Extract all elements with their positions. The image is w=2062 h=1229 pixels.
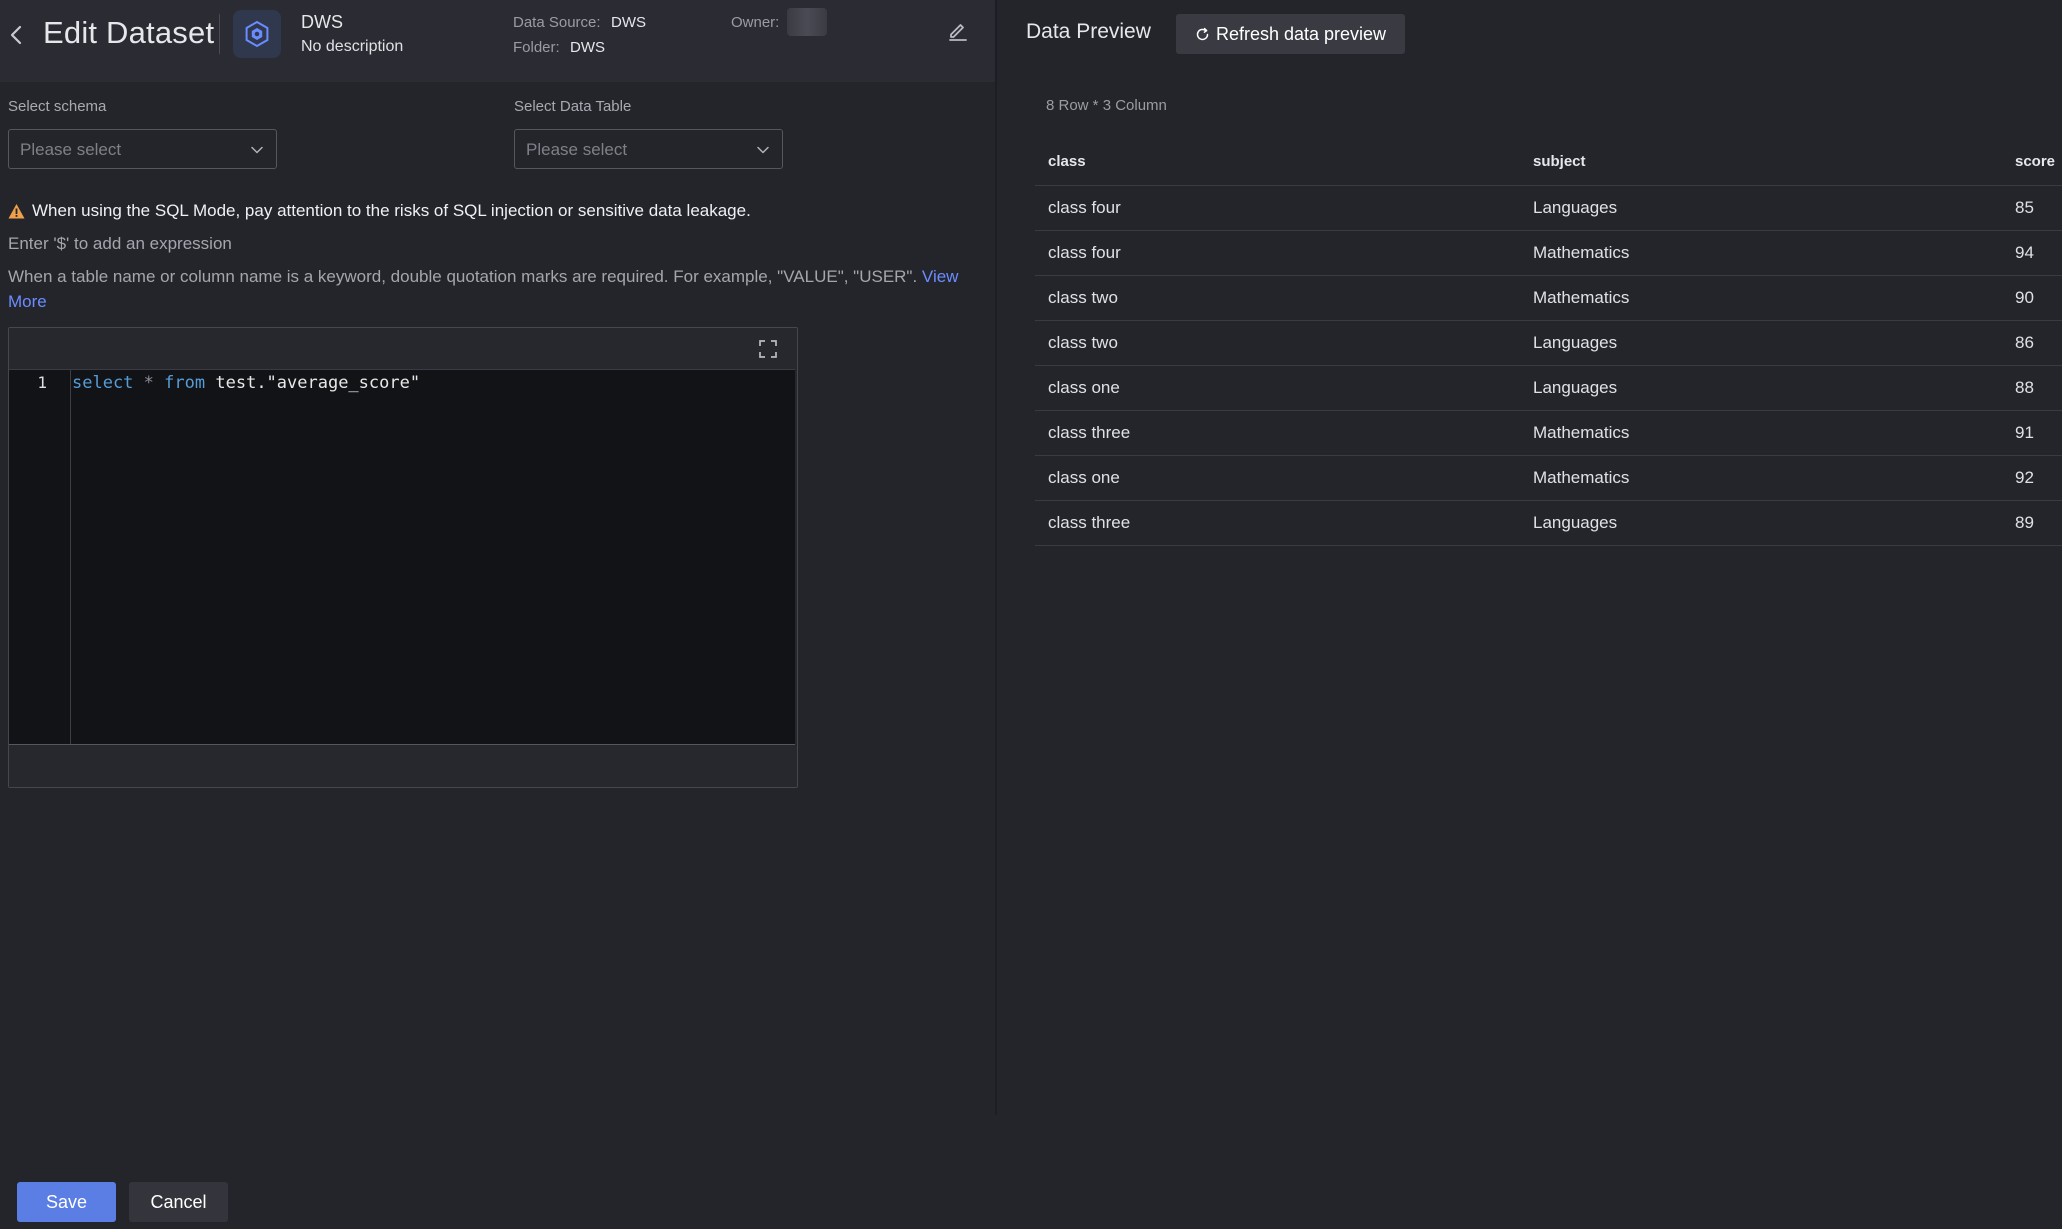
cell-score: 90 [2015,288,2034,307]
keyword-hint-text: When a table name or column name is a ke… [8,267,922,286]
cell-score: 86 [2015,333,2034,352]
save-button[interactable]: Save [17,1182,116,1222]
hexagon-dataset-icon [233,10,281,58]
refresh-preview-label: Refresh data preview [1215,23,1387,44]
table-row: class two Mathematics 90 [1035,276,2062,321]
data-table-select[interactable]: Please select [514,129,783,169]
cell-class: class two [1048,333,1118,352]
data-preview-pane: Data Preview Refresh data preview 8 Row … [997,0,2062,1229]
preview-title: Data Preview [1026,20,1151,43]
cell-score: 88 [2015,378,2034,397]
cell-score: 92 [2015,468,2034,487]
cell-subject: Languages [1533,513,1618,532]
sql-editor[interactable]: 1 select * from test."average_score" [9,369,795,745]
editor-toolbar [9,328,797,369]
warning-triangle-icon [8,204,25,219]
table-row: class four Mathematics 94 [1035,231,2062,276]
table-row: class two Languages 86 [1035,321,2062,366]
warning-text: When using the SQL Mode, pay attention t… [32,201,751,220]
cell-subject: Mathematics [1533,423,1630,442]
expand-icon [759,340,777,358]
cell-score: 94 [2015,243,2034,262]
line-number: 1 [37,373,47,392]
owner-label: Owner: [731,14,780,31]
cell-class: class four [1048,198,1121,217]
table-row: class one Mathematics 92 [1035,456,2062,501]
table-row: class four Languages 85 [1035,186,2062,231]
data-table-placeholder: Please select [526,140,628,159]
sql-table-ref: test."average_score" [215,373,421,393]
cell-class: class one [1048,378,1120,397]
folder-label: Folder: [513,39,560,56]
cell-class: class three [1048,423,1131,442]
keyword-hint: When a table name or column name is a ke… [8,264,993,314]
column-header-score[interactable]: score [2015,153,2055,170]
refresh-preview-button[interactable]: Refresh data preview [1176,14,1405,54]
cell-class: class four [1048,243,1121,262]
column-header-class[interactable]: class [1048,153,1086,170]
header-bar: Edit Dataset DWS No description Data Sou… [0,0,995,82]
cell-class: class three [1048,513,1131,532]
data-source-label: Data Source: [513,14,601,31]
cell-score: 89 [2015,513,2034,532]
dataset-editor-pane: Edit Dataset DWS No description Data Sou… [0,0,995,1229]
app-root: Edit Dataset DWS No description Data Sou… [0,0,2062,1229]
chevron-left-icon [10,25,22,45]
table-row: class three Mathematics 91 [1035,411,2062,456]
sql-operator: * [143,373,154,393]
sql-code-line: select * from test."average_score" [72,373,420,393]
refresh-icon [1196,27,1209,40]
sql-keyword-select: select [72,373,134,393]
cell-class: class one [1048,468,1120,487]
cell-score: 85 [2015,198,2034,217]
page-title: Edit Dataset [43,15,215,50]
edit-dataset-button[interactable] [946,18,970,42]
preview-table: class subject score class four Languages… [1035,141,2062,546]
dataset-description: No description [301,38,404,55]
pencil-icon [949,24,967,41]
cell-subject: Mathematics [1533,288,1630,307]
cancel-button[interactable]: Cancel [129,1182,228,1222]
data-source-value: DWS [611,14,646,31]
back-button[interactable] [4,20,30,50]
dataset-name: DWS [301,12,343,32]
table-row: class three Languages 89 [1035,501,2062,546]
cell-subject: Languages [1533,333,1618,352]
sql-keyword-from: from [164,373,206,393]
fullscreen-button[interactable] [758,339,778,359]
cell-subject: Mathematics [1533,243,1630,262]
cell-subject: Languages [1533,198,1618,217]
cell-score: 91 [2015,423,2034,442]
cell-class: class two [1048,288,1118,307]
column-header-subject[interactable]: subject [1533,153,1586,170]
expression-hint: Enter '$' to add an expression [8,234,232,253]
data-table-label: Select Data Table [514,98,632,115]
schema-label: Select schema [8,98,107,115]
row-column-count: 8 Row * 3 Column [1046,97,1167,114]
title-divider [219,14,220,54]
table-row: class one Languages 88 [1035,366,2062,411]
schema-select[interactable]: Please select [8,129,277,169]
owner-avatar [787,8,827,36]
cell-subject: Mathematics [1533,468,1630,487]
folder-value: DWS [570,39,605,56]
line-gutter: 1 [9,370,71,744]
sql-editor-container: 1 select * from test."average_score" [8,327,798,788]
schema-placeholder: Please select [20,140,122,159]
chevron-down-icon [757,146,769,154]
chevron-down-icon [251,146,263,154]
table-header: class subject score [1035,141,2062,186]
cell-subject: Languages [1533,378,1618,397]
editor-footer [9,746,797,787]
